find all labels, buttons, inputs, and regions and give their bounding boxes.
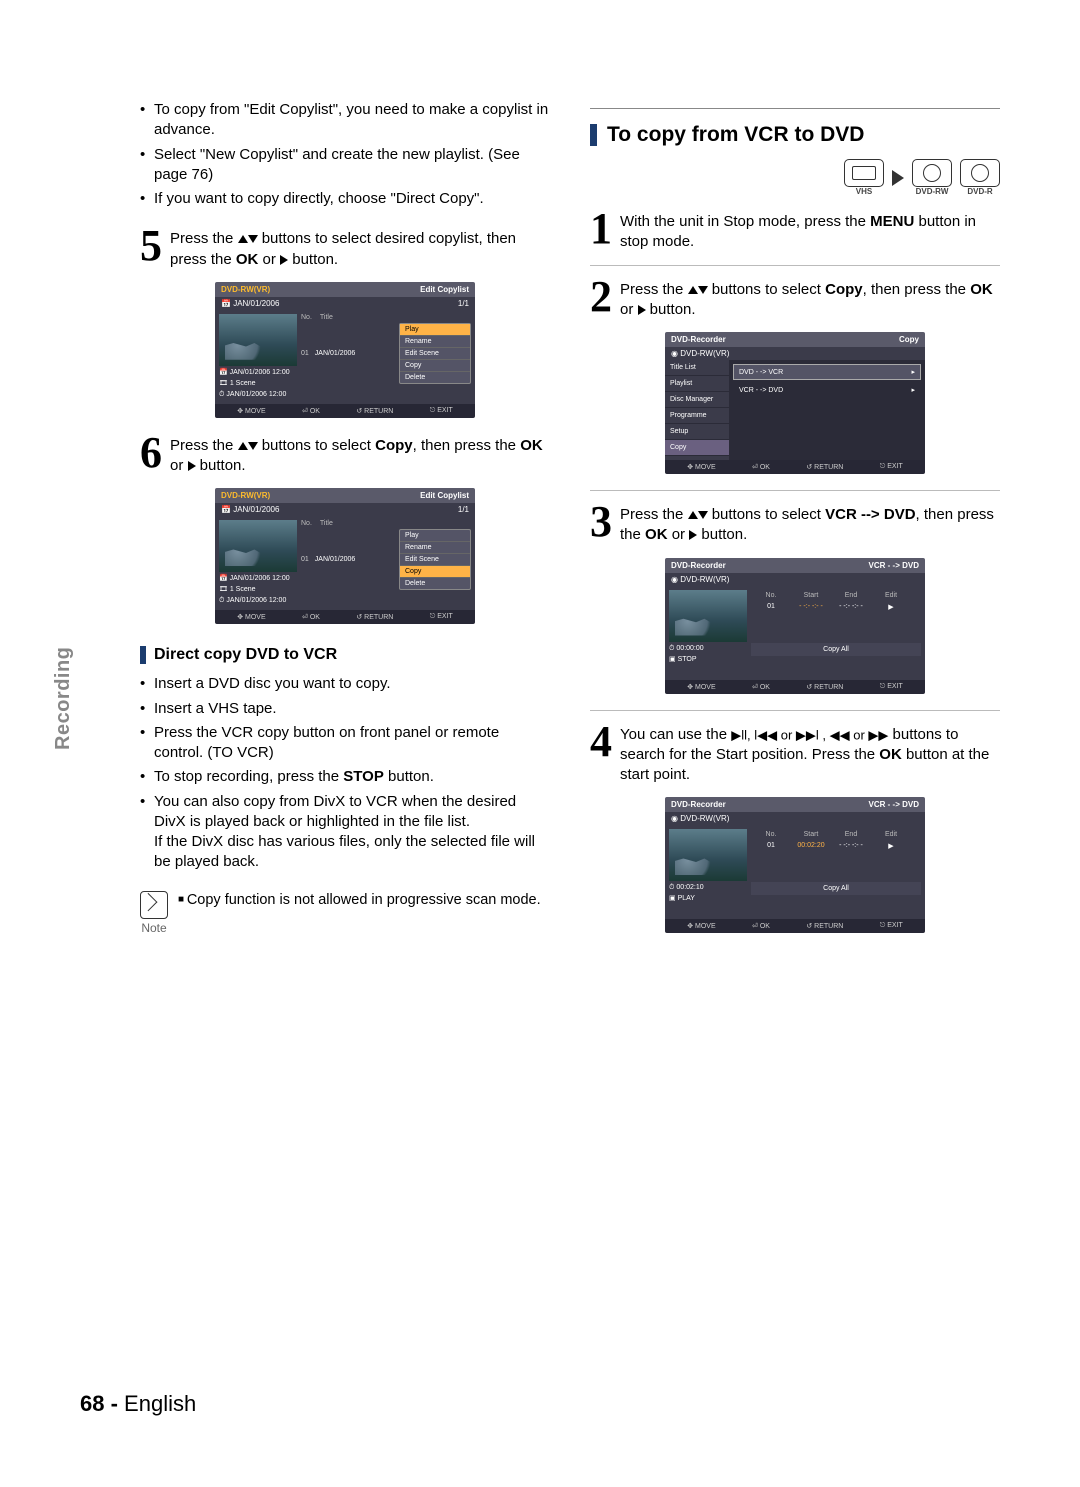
list-item: If you want to copy directly, choose "Di… — [140, 189, 550, 209]
up-icon — [688, 286, 698, 294]
step-5: 5 Press the buttons to select desired co… — [140, 227, 550, 270]
divider — [590, 108, 1000, 109]
step-number: 2 — [590, 278, 612, 315]
list-item: To copy from "Edit Copylist", you need t… — [140, 100, 550, 141]
accent-bar — [590, 124, 597, 146]
list-item: Select "New Copylist" and create the new… — [140, 145, 550, 186]
thumbnail — [219, 520, 297, 572]
list-item: To stop recording, press the STOP button… — [140, 767, 550, 787]
up-icon — [238, 235, 248, 243]
divider — [590, 490, 1000, 491]
section-tab: Recording — [52, 647, 75, 750]
step-text: You can use the ▶ll, l◀◀ or ▶▶l , ◀◀ or … — [620, 723, 1000, 786]
down-icon — [248, 235, 258, 243]
up-icon — [688, 511, 698, 519]
arrow-right-icon — [892, 170, 904, 186]
step-number: 3 — [590, 503, 612, 540]
device-icons: VHS DVD-RW DVD-R — [590, 159, 1000, 196]
note-box: Note Copy function is not allowed in pro… — [140, 891, 550, 935]
note-icon — [140, 891, 168, 919]
step-text: Press the buttons to select VCR --> DVD,… — [620, 503, 1000, 546]
thumbnail — [219, 314, 297, 366]
step-text: Press the buttons to select Copy, then p… — [620, 278, 1000, 321]
context-menu: Play Rename Edit Scene Copy Delete — [399, 529, 471, 590]
step-text: With the unit in Stop mode, press the ME… — [620, 210, 1000, 253]
play-icon — [188, 461, 196, 471]
page-footer: 68 - English — [80, 1391, 196, 1417]
divider — [590, 710, 1000, 711]
step-6: 6 Press the buttons to select Copy, then… — [140, 434, 550, 477]
step-3: 3 Press the buttons to select VCR --> DV… — [590, 503, 1000, 546]
down-icon — [698, 511, 708, 519]
up-icon — [238, 442, 248, 450]
thumbnail — [669, 829, 747, 881]
context-menu: Play Rename Edit Scene Copy Delete — [399, 323, 471, 384]
note-label: Note — [141, 921, 166, 935]
subheading-direct-copy: Direct copy DVD to VCR — [140, 646, 550, 664]
step-number: 5 — [140, 227, 162, 264]
note-text: Copy function is not allowed in progress… — [178, 891, 541, 911]
list-item: Insert a DVD disc you want to copy. — [140, 674, 550, 694]
step-text: Press the buttons to select Copy, then p… — [170, 434, 550, 477]
osd-copy-menu: DVD-RecorderCopy ◉ DVD-RW(VR) Title List… — [665, 332, 925, 474]
list-item: Press the VCR copy button on front panel… — [140, 723, 550, 764]
list-item: Insert a VHS tape. — [140, 699, 550, 719]
step-number: 6 — [140, 434, 162, 471]
accent-bar — [140, 646, 146, 664]
vhs-icon — [844, 159, 884, 187]
list-item: You can also copy from DivX to VCR when … — [140, 792, 550, 873]
osd-edit-copylist-copy: DVD-RW(VR)Edit Copylist 📅 JAN/01/20061/1… — [215, 488, 475, 624]
down-icon — [698, 286, 708, 294]
direct-copy-list: Insert a DVD disc you want to copy. Inse… — [140, 674, 550, 872]
step-1: 1 With the unit in Stop mode, press the … — [590, 210, 1000, 253]
disc-icon — [960, 159, 1000, 187]
osd-edit-copylist: DVD-RW(VR)Edit Copylist 📅 JAN/01/20061/1… — [215, 282, 475, 418]
pre-bullet-list: To copy from "Edit Copylist", you need t… — [140, 100, 550, 209]
step-number: 1 — [590, 210, 612, 247]
down-icon — [248, 442, 258, 450]
osd-vcr-dvd-play: DVD-RecorderVCR - -> DVD ◉ DVD-RW(VR) ⏱ … — [665, 797, 925, 933]
step-2: 2 Press the buttons to select Copy, then… — [590, 278, 1000, 321]
step-4: 4 You can use the ▶ll, l◀◀ or ▶▶l , ◀◀ o… — [590, 723, 1000, 786]
transport-icons: ▶ll, l◀◀ or ▶▶l , ◀◀ or ▶▶ — [731, 727, 888, 742]
disc-icon — [912, 159, 952, 187]
step-text: Press the buttons to select desired copy… — [170, 227, 550, 270]
step-number: 4 — [590, 723, 612, 760]
play-icon — [638, 305, 646, 315]
thumbnail — [669, 590, 747, 642]
heading-vcr-to-dvd: To copy from VCR to DVD — [590, 123, 1000, 147]
divider — [590, 265, 1000, 266]
osd-vcr-dvd-stop: DVD-RecorderVCR - -> DVD ◉ DVD-RW(VR) ⏱ … — [665, 558, 925, 694]
play-icon — [280, 255, 288, 265]
